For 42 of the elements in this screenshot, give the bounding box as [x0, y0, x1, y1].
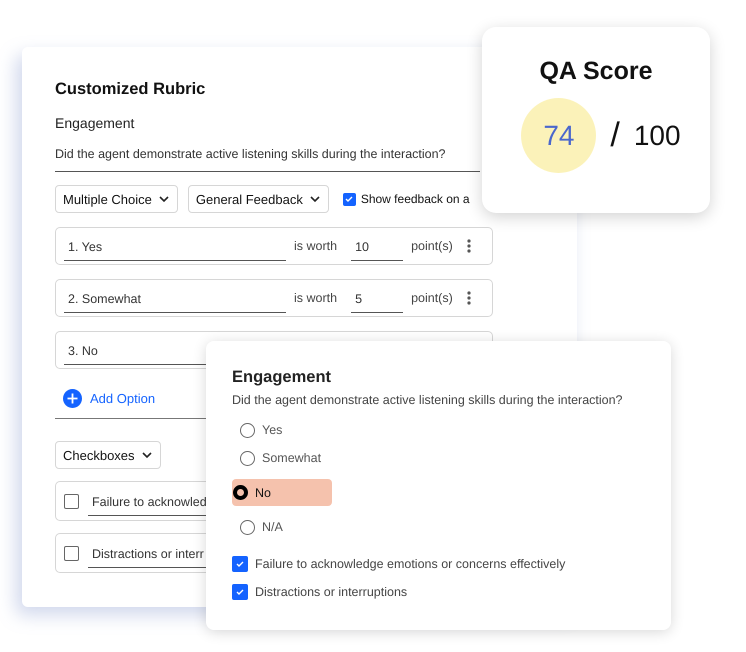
checkbox[interactable] [342, 192, 356, 206]
section-label: Engagement [55, 115, 136, 131]
checkbox[interactable] [232, 556, 248, 572]
option-field[interactable]: 1. Yes [64, 240, 286, 260]
add-option-button[interactable]: Add Option [63, 389, 156, 408]
checkmark-icon [235, 587, 245, 597]
score-value: 74 [521, 98, 596, 173]
score-total: 100 [634, 120, 681, 152]
question-field[interactable]: Did the agent demonstrate active listening skills during the interaction? [55, 147, 480, 172]
checkbox-label: Distractions or interruptions [255, 585, 408, 599]
checkmark-icon [344, 194, 354, 204]
radio-option[interactable]: No [232, 479, 332, 506]
rubric-title: Customized Rubric [55, 80, 206, 99]
score-separator: / [610, 116, 620, 155]
chevron-down-icon [308, 195, 321, 203]
worth-label: is worth [294, 239, 338, 253]
checkmark-icon [235, 559, 245, 569]
checkbox-label: Show feedback on a [360, 192, 470, 206]
chevron-down-icon [158, 195, 170, 203]
option-field[interactable]: 2. Somewhat [64, 292, 286, 312]
worth-label: is worth [294, 291, 338, 305]
plus-icon [63, 389, 82, 408]
score-title: QA Score [539, 57, 652, 86]
points-field[interactable]: 10 [351, 240, 404, 260]
radio-option[interactable]: Somewhat [232, 447, 332, 469]
points-field[interactable]: 5 [351, 292, 404, 312]
checkbox[interactable] [64, 546, 79, 560]
points-unit: point(s) [411, 239, 453, 253]
points-unit: point(s) [411, 291, 453, 305]
preview-question: Did the agent demonstrate active listening skills during the interaction? [232, 393, 624, 407]
question-type-dropdown[interactable]: Multiple Choice [55, 185, 178, 213]
more-options-icon[interactable] [466, 291, 471, 305]
radio-option[interactable]: Yes [232, 419, 332, 441]
preview-section-title: Engagement [232, 368, 332, 387]
checkbox[interactable] [64, 494, 79, 508]
more-options-icon[interactable] [466, 239, 471, 253]
checkbox[interactable] [232, 584, 248, 600]
feedback-type-dropdown[interactable]: General Feedback [188, 185, 329, 213]
chevron-down-icon [140, 451, 153, 459]
radio-option[interactable]: N/A [232, 516, 332, 538]
checkbox-label: Failure to acknowledge emotions or concerns effectively [255, 557, 566, 571]
answer-type-dropdown[interactable]: Checkboxes [55, 441, 161, 469]
